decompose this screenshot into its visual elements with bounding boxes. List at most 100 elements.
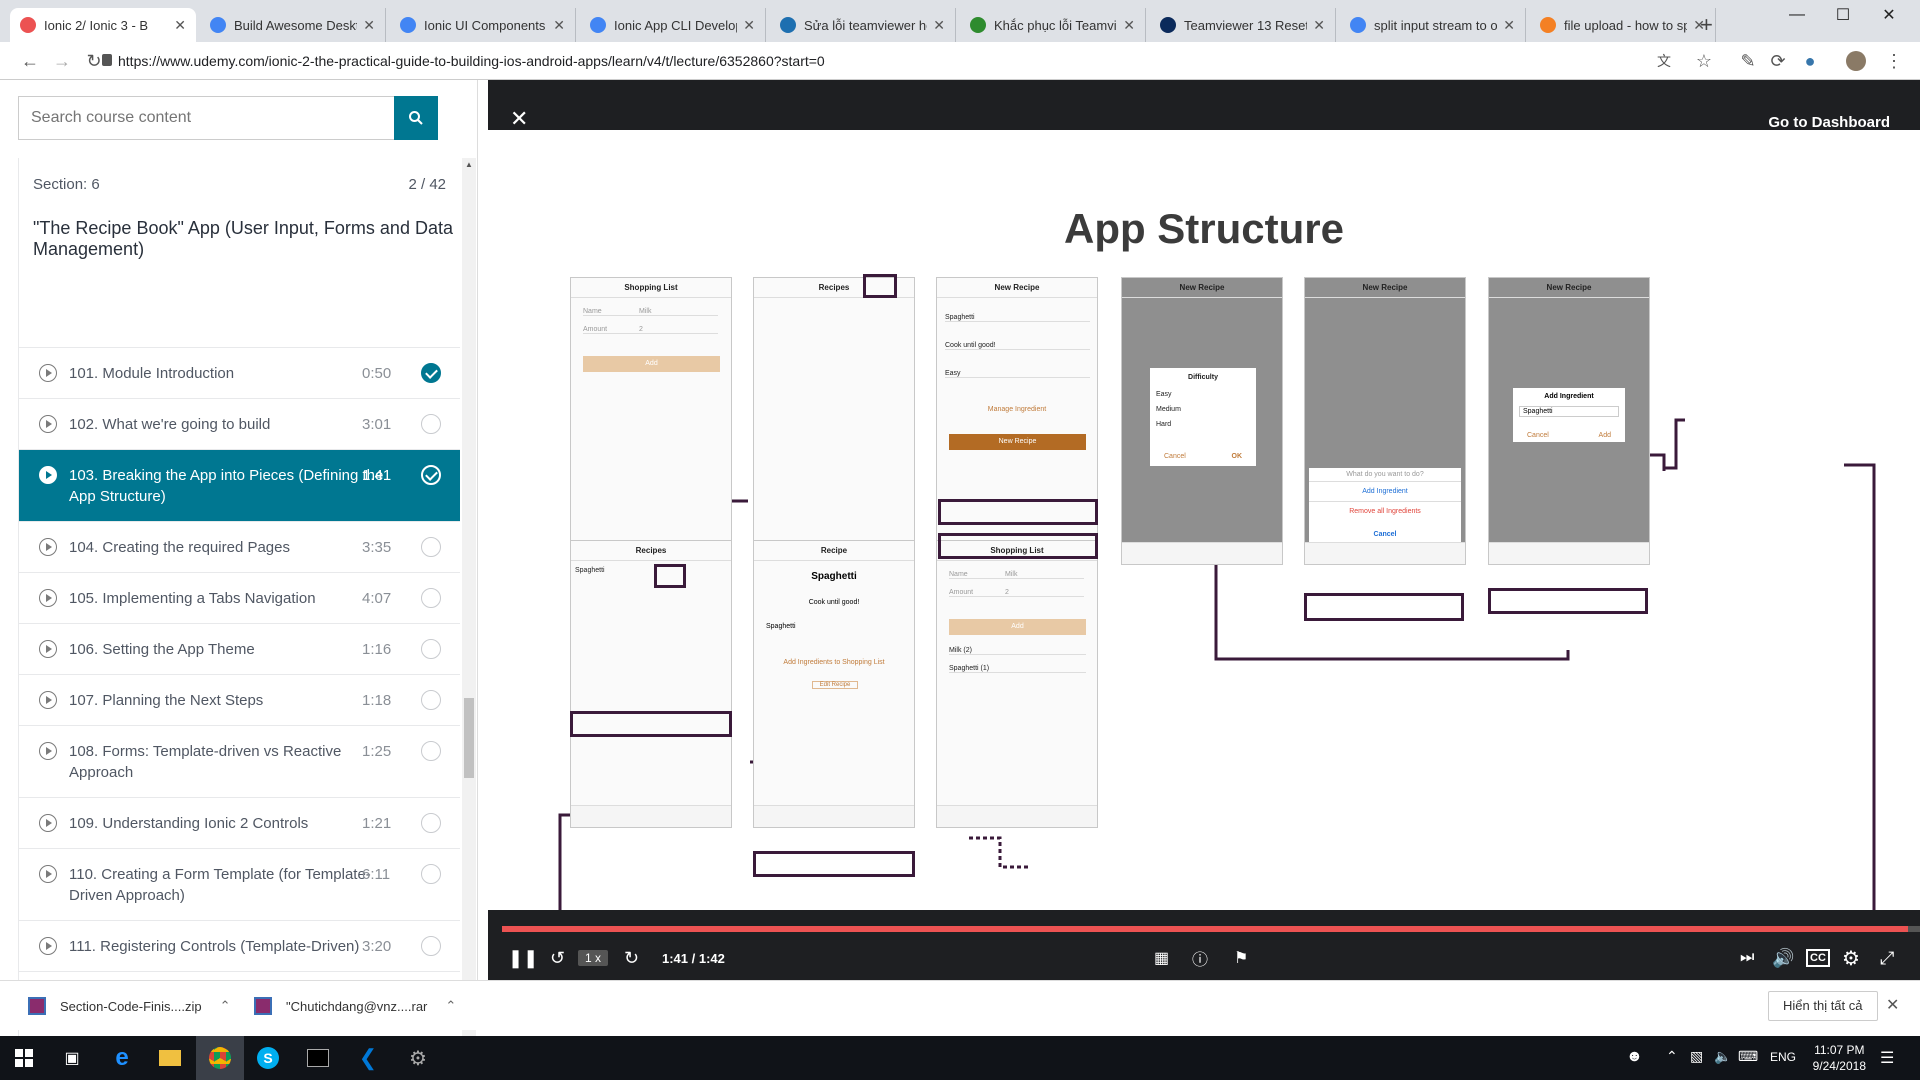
go-to-dashboard-link[interactable]: Go to Dashboard	[1768, 114, 1890, 131]
eyedropper-icon[interactable]: ✎	[1734, 47, 1762, 75]
completion-checkbox[interactable]	[421, 363, 441, 383]
app-icon[interactable]: ⚙	[394, 1036, 442, 1080]
search-input[interactable]	[19, 97, 394, 139]
section-header[interactable]: Section: 6 2 / 42 "The Recipe Book" App …	[19, 158, 460, 348]
help-icon[interactable]: ⓘ	[1192, 936, 1208, 980]
completion-checkbox[interactable]	[421, 639, 441, 659]
lecture-item[interactable]: 101. Module Introduction 0:50	[19, 348, 460, 399]
lecture-item[interactable]: 111. Registering Controls (Template-Driv…	[19, 921, 460, 972]
browser-tab[interactable]: Khắc phục lỗi Teamvie ✕	[960, 8, 1146, 42]
lecture-item[interactable]: 110. Creating a Form Template (for Templ…	[19, 849, 460, 921]
captions-icon[interactable]: CC	[1806, 949, 1830, 967]
lecture-item[interactable]: 105. Implementing a Tabs Navigation 4:07	[19, 573, 460, 624]
skype-icon[interactable]: S	[244, 1036, 292, 1080]
lecture-item[interactable]: 103. Breaking the App into Pieces (Defin…	[19, 450, 460, 522]
menu-icon[interactable]: ⋮	[1880, 47, 1908, 75]
sync-icon[interactable]: ⟳	[1764, 47, 1792, 75]
forward-icon[interactable]: →	[48, 47, 76, 75]
completion-checkbox[interactable]	[421, 690, 441, 710]
close-tab-icon[interactable]: ✕	[933, 17, 945, 34]
show-all-downloads-button[interactable]: Hiển thị tất cả	[1768, 991, 1878, 1021]
close-player-icon[interactable]: ✕	[510, 106, 528, 132]
pause-icon[interactable]: ❚❚	[508, 936, 538, 980]
browser-tab[interactable]: Build Awesome Deskto ✕	[200, 8, 386, 42]
browser-tab[interactable]: Sửa lỗi teamviewer hế ✕	[770, 8, 956, 42]
browser-tab[interactable]: split input stream to o ✕	[1340, 8, 1526, 42]
lecture-item[interactable]: 104. Creating the required Pages 3:35	[19, 522, 460, 573]
fullscreen-icon[interactable]: ⤢	[1880, 936, 1894, 980]
completion-checkbox[interactable]	[421, 864, 441, 884]
chevron-up-icon[interactable]: ⌃	[220, 998, 231, 1014]
browser-tab[interactable]: file upload - how to sp ✕	[1530, 8, 1716, 42]
chrome-icon[interactable]	[196, 1036, 244, 1080]
browser-tab[interactable]: Ionic App CLI Develop ✕	[580, 8, 766, 42]
translate-icon[interactable]: 文	[1650, 47, 1678, 75]
sidebar-scrollbar[interactable]: ▲ ▼	[462, 158, 476, 1060]
completion-checkbox[interactable]	[421, 588, 441, 608]
python-icon[interactable]: ●	[1796, 47, 1824, 75]
download-item[interactable]: Section-Code-Finis....zip ⌃	[28, 993, 231, 1019]
language-indicator[interactable]: ENG	[1770, 1050, 1796, 1064]
completion-checkbox[interactable]	[421, 537, 441, 557]
close-tab-icon[interactable]: ✕	[174, 17, 186, 34]
search-button[interactable]	[394, 96, 438, 140]
close-window-button[interactable]: ✕	[1866, 0, 1912, 30]
volume-icon[interactable]: 🔊	[1772, 936, 1794, 980]
scroll-thumb[interactable]	[464, 698, 474, 778]
next-icon[interactable]: ⏭	[1740, 936, 1754, 980]
close-tab-icon[interactable]: ✕	[1313, 17, 1325, 34]
keyboard-icon[interactable]: ⌨	[1738, 1048, 1758, 1065]
notifications-icon[interactable]: ☰	[1880, 1048, 1894, 1068]
chevron-up-icon[interactable]: ⌃	[445, 998, 456, 1014]
close-tab-icon[interactable]: ✕	[1503, 17, 1515, 34]
address-bar[interactable]: https://www.udemy.com/ionic-2-the-practi…	[118, 50, 825, 72]
new-tab-button[interactable]: +	[1700, 12, 1713, 38]
completion-checkbox[interactable]	[421, 936, 441, 956]
download-item[interactable]: "Chutichdang@vnz....rar ⌃	[254, 993, 456, 1019]
maximize-button[interactable]: ☐	[1820, 0, 1866, 30]
windows-start-icon[interactable]	[0, 1036, 48, 1080]
file-explorer-icon[interactable]	[146, 1036, 194, 1080]
browser-tab[interactable]: Ionic 2/ Ionic 3 - B ✕	[10, 8, 196, 42]
browser-tab[interactable]: Teamviewer 13 ResetID ✕	[1150, 8, 1336, 42]
volume-tray-icon[interactable]: 🔈	[1714, 1048, 1731, 1065]
app-screen-mockup: New Recipe Add Ingredient Spaghetti Cancel A…	[1488, 277, 1650, 565]
notes-icon[interactable]: ▦	[1154, 936, 1169, 980]
vscode-icon[interactable]: ❮	[344, 1036, 392, 1080]
rewind-icon[interactable]: ↺	[550, 936, 565, 980]
close-tab-icon[interactable]: ✕	[743, 17, 755, 34]
clock[interactable]: 11:07 PM 9/24/2018	[1813, 1042, 1866, 1074]
settings-icon[interactable]: ⚙	[1842, 936, 1860, 980]
lecture-item[interactable]: 107. Planning the Next Steps 1:18	[19, 675, 460, 726]
lecture-item[interactable]: 109. Understanding Ionic 2 Controls 1:21	[19, 798, 460, 849]
lecture-item[interactable]: 102. What we're going to build 3:01	[19, 399, 460, 450]
lecture-item[interactable]: 106. Setting the App Theme 1:16	[19, 624, 460, 675]
progress-bar[interactable]	[502, 926, 1920, 932]
terminal-icon[interactable]	[294, 1036, 342, 1080]
network-icon[interactable]: ▧	[1690, 1048, 1703, 1065]
lecture-item[interactable]: 108. Forms: Template-driven vs Reactive …	[19, 726, 460, 798]
close-tab-icon[interactable]: ✕	[1123, 17, 1135, 34]
close-downloads-icon[interactable]: ✕	[1886, 995, 1899, 1015]
close-tab-icon[interactable]: ✕	[553, 17, 565, 34]
minimize-button[interactable]: —	[1774, 0, 1820, 30]
profile-avatar[interactable]	[1842, 47, 1870, 75]
bookmark-star-icon[interactable]: ☆	[1690, 47, 1718, 75]
bookmark-icon[interactable]: ⚑	[1234, 936, 1248, 980]
speed-control[interactable]: 1 x	[578, 936, 609, 980]
forward-icon[interactable]: ↻	[624, 936, 639, 980]
task-view-icon[interactable]: ▣	[48, 1036, 96, 1080]
edge-icon[interactable]: e	[98, 1036, 146, 1080]
people-icon[interactable]: ☻	[1626, 1048, 1643, 1066]
browser-tab[interactable]: Ionic UI Components a ✕	[390, 8, 576, 42]
back-icon[interactable]: ←	[16, 47, 44, 75]
close-tab-icon[interactable]: ✕	[363, 17, 375, 34]
recipe-list-item: Spaghetti	[575, 567, 605, 574]
completion-checkbox[interactable]	[421, 813, 441, 833]
completion-checkbox[interactable]	[421, 465, 441, 485]
completion-checkbox[interactable]	[421, 741, 441, 761]
chevron-up-icon[interactable]: ⌃	[1666, 1048, 1678, 1065]
completion-checkbox[interactable]	[421, 414, 441, 434]
scroll-up-icon[interactable]: ▲	[465, 160, 473, 169]
highlight-box	[1488, 588, 1648, 614]
